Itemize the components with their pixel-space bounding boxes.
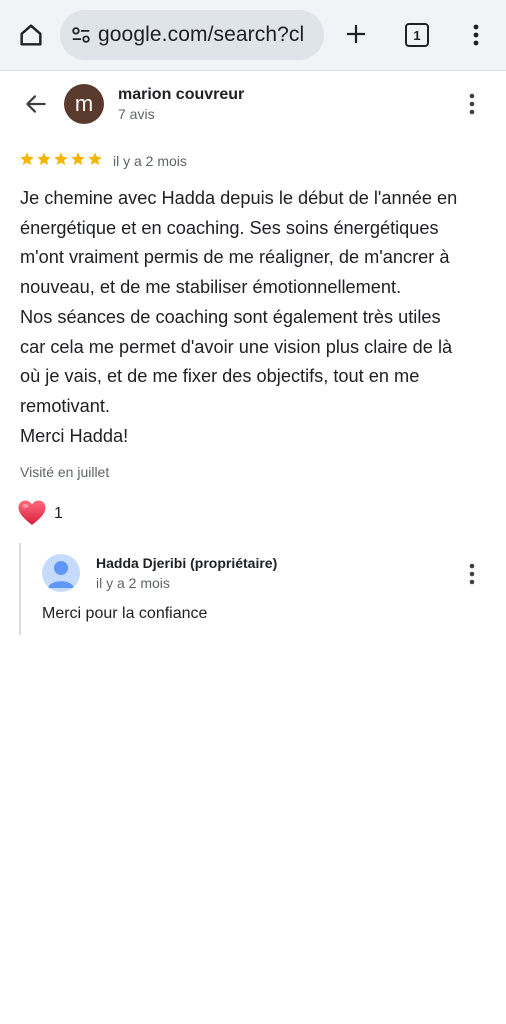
star-rating	[19, 151, 103, 167]
browser-toolbar: google.com/search?cl 1	[0, 0, 506, 71]
url-text[interactable]: google.com/search?cl	[98, 23, 304, 47]
reviewer-avatar[interactable]: m	[64, 84, 104, 124]
owner-avatar-icon[interactable]	[42, 554, 80, 592]
reply-more-icon[interactable]	[460, 560, 484, 588]
review-text: Je chemine avec Hadda depuis le début de…	[20, 188, 458, 446]
owner-name: Hadda Djeribi (propriétaire)	[96, 555, 278, 571]
tab-count: 1	[405, 23, 429, 47]
site-settings-icon[interactable]	[68, 22, 94, 48]
reply-text: Merci pour la confiance	[42, 605, 208, 622]
like-count: 1	[54, 505, 63, 522]
more-vert-icon[interactable]	[462, 18, 490, 52]
back-arrow-icon[interactable]	[22, 90, 50, 118]
star-icon	[71, 152, 85, 165]
home-icon[interactable]	[14, 18, 48, 52]
star-icon	[20, 152, 34, 165]
review-time: il y a 2 mois	[113, 153, 187, 169]
heart-icon[interactable]	[17, 499, 47, 527]
reviewer-name[interactable]: marion couvreur	[118, 86, 244, 104]
star-icon	[37, 152, 51, 165]
reviewer-review-count: 7 avis	[118, 106, 155, 122]
star-icon	[54, 152, 68, 165]
url-bar[interactable]: google.com/search?cl	[60, 10, 324, 60]
visit-date: Visité en juillet	[20, 464, 110, 480]
tab-switcher-icon[interactable]: 1	[402, 20, 432, 50]
new-tab-plus-icon[interactable]	[340, 18, 372, 50]
review-more-icon[interactable]	[460, 90, 484, 118]
reply-time: il y a 2 mois	[96, 575, 170, 591]
star-icon	[88, 152, 102, 165]
